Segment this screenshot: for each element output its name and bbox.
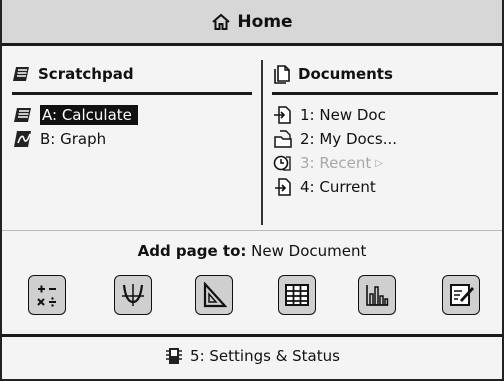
- calculator-icon: [13, 67, 29, 81]
- page-title: Home: [237, 11, 293, 32]
- column-divider: [261, 60, 263, 225]
- geometry-app-icon: [203, 282, 227, 308]
- add-page-label: Add page to:: [137, 242, 247, 260]
- menu-item-new-doc[interactable]: 1: New Doc: [272, 103, 498, 127]
- menu-item-recent[interactable]: 3: Recent ▷: [272, 151, 498, 175]
- notes-app-icon: [450, 284, 474, 306]
- bottom-divider: [2, 334, 502, 337]
- graphs-app-button[interactable]: [114, 275, 152, 315]
- data-statistics-app-button[interactable]: [358, 275, 396, 315]
- recent-icon: [272, 154, 294, 172]
- menu-item-calculate[interactable]: A: Calculate: [12, 103, 252, 127]
- scratchpad-divider: [12, 92, 252, 95]
- settings-icon: [166, 348, 183, 364]
- menu-item-label: A: Calculate: [40, 105, 138, 125]
- settings-label: 5: Settings & Status: [190, 347, 340, 365]
- menu-item-label: 2: My Docs...: [300, 130, 398, 148]
- calculator-app-icon: [37, 285, 56, 307]
- menu-item-label: 4: Current: [300, 178, 376, 196]
- geometry-app-button[interactable]: [195, 275, 233, 315]
- menu-item-my-docs[interactable]: 2: My Docs...: [272, 127, 498, 151]
- calculator-app-button[interactable]: [28, 275, 66, 315]
- calculator-icon: [12, 106, 34, 124]
- menu-item-current[interactable]: 4: Current: [272, 175, 498, 199]
- documents-section: Documents 1: New Doc 2: My Docs... 3: Re…: [272, 62, 498, 199]
- app-toolbar: [2, 275, 502, 323]
- documents-icon: [274, 65, 290, 84]
- home-screen: Home Scratchpad A: Calculate B: Graph Do…: [0, 0, 504, 381]
- scratchpad-title: Scratchpad: [38, 65, 134, 83]
- menu-item-label: 1: New Doc: [300, 106, 386, 124]
- lists-spreadsheet-app-button[interactable]: [278, 275, 316, 315]
- menu-item-label: 3: Recent: [300, 154, 372, 172]
- documents-divider: [272, 92, 498, 95]
- submenu-arrow-icon: ▷: [375, 157, 383, 169]
- notes-app-button[interactable]: [442, 275, 480, 315]
- menu-item-graph[interactable]: B: Graph: [12, 127, 252, 151]
- title-bar: Home: [2, 0, 502, 46]
- new-doc-icon: [272, 106, 294, 124]
- section-divider: [2, 230, 502, 231]
- scratchpad-header: Scratchpad: [12, 62, 252, 86]
- graph-icon: [12, 130, 34, 148]
- scratchpad-section: Scratchpad A: Calculate B: Graph: [12, 62, 252, 151]
- documents-header: Documents: [272, 62, 498, 86]
- folder-icon: [272, 130, 294, 148]
- home-icon: [212, 13, 231, 30]
- menu-item-label: B: Graph: [40, 130, 107, 148]
- graphs-app-icon: [122, 284, 144, 306]
- add-page-row: Add page to: New Document: [2, 242, 502, 260]
- current-doc-icon: [272, 178, 294, 196]
- data-statistics-app-icon: [366, 285, 389, 306]
- lists-spreadsheet-app-icon: [285, 284, 309, 306]
- add-page-target: New Document: [251, 242, 367, 260]
- documents-title: Documents: [298, 65, 393, 83]
- settings-status-item[interactable]: 5: Settings & Status: [2, 346, 502, 366]
